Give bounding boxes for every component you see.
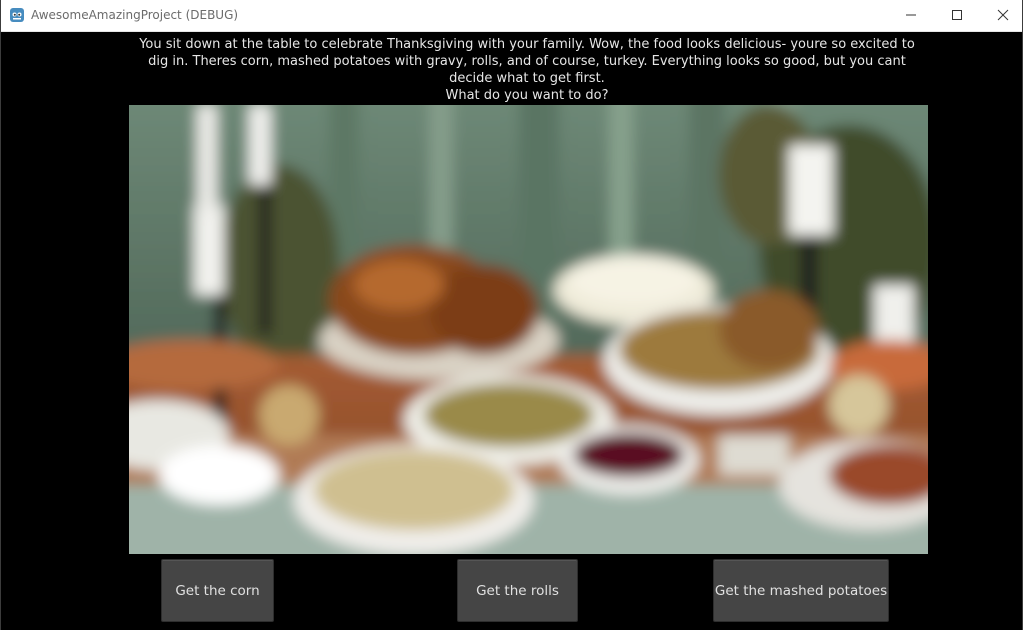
maximize-button[interactable] <box>934 0 980 31</box>
get-rolls-button[interactable]: Get the rolls <box>457 559 578 622</box>
story-line: dig in. Theres corn, mashed potatoes wit… <box>148 54 906 69</box>
get-corn-button[interactable]: Get the corn <box>161 559 274 622</box>
story-prompt: What do you want to do? <box>445 88 609 103</box>
godot-engine-icon <box>10 8 24 22</box>
minimize-button[interactable] <box>888 0 934 31</box>
story-text: You sit down at the table to celebrate T… <box>131 36 923 104</box>
window-title: AwesomeAmazingProject (DEBUG) <box>31 8 239 22</box>
game-viewport: You sit down at the table to celebrate T… <box>1 32 1022 630</box>
title-bar[interactable]: AwesomeAmazingProject (DEBUG) <box>1 0 1022 32</box>
game-window: AwesomeAmazingProject (DEBUG) You sit do… <box>0 0 1023 630</box>
close-icon <box>997 9 1009 21</box>
maximize-icon <box>952 10 962 20</box>
story-line: decide what to get first. <box>449 71 605 86</box>
thanksgiving-dinner-image <box>129 105 928 554</box>
minimize-icon <box>906 14 916 16</box>
close-button[interactable] <box>980 0 1023 31</box>
story-line: You sit down at the table to celebrate T… <box>139 37 915 52</box>
get-mashed-potatoes-button[interactable]: Get the mashed potatoes <box>713 559 889 622</box>
